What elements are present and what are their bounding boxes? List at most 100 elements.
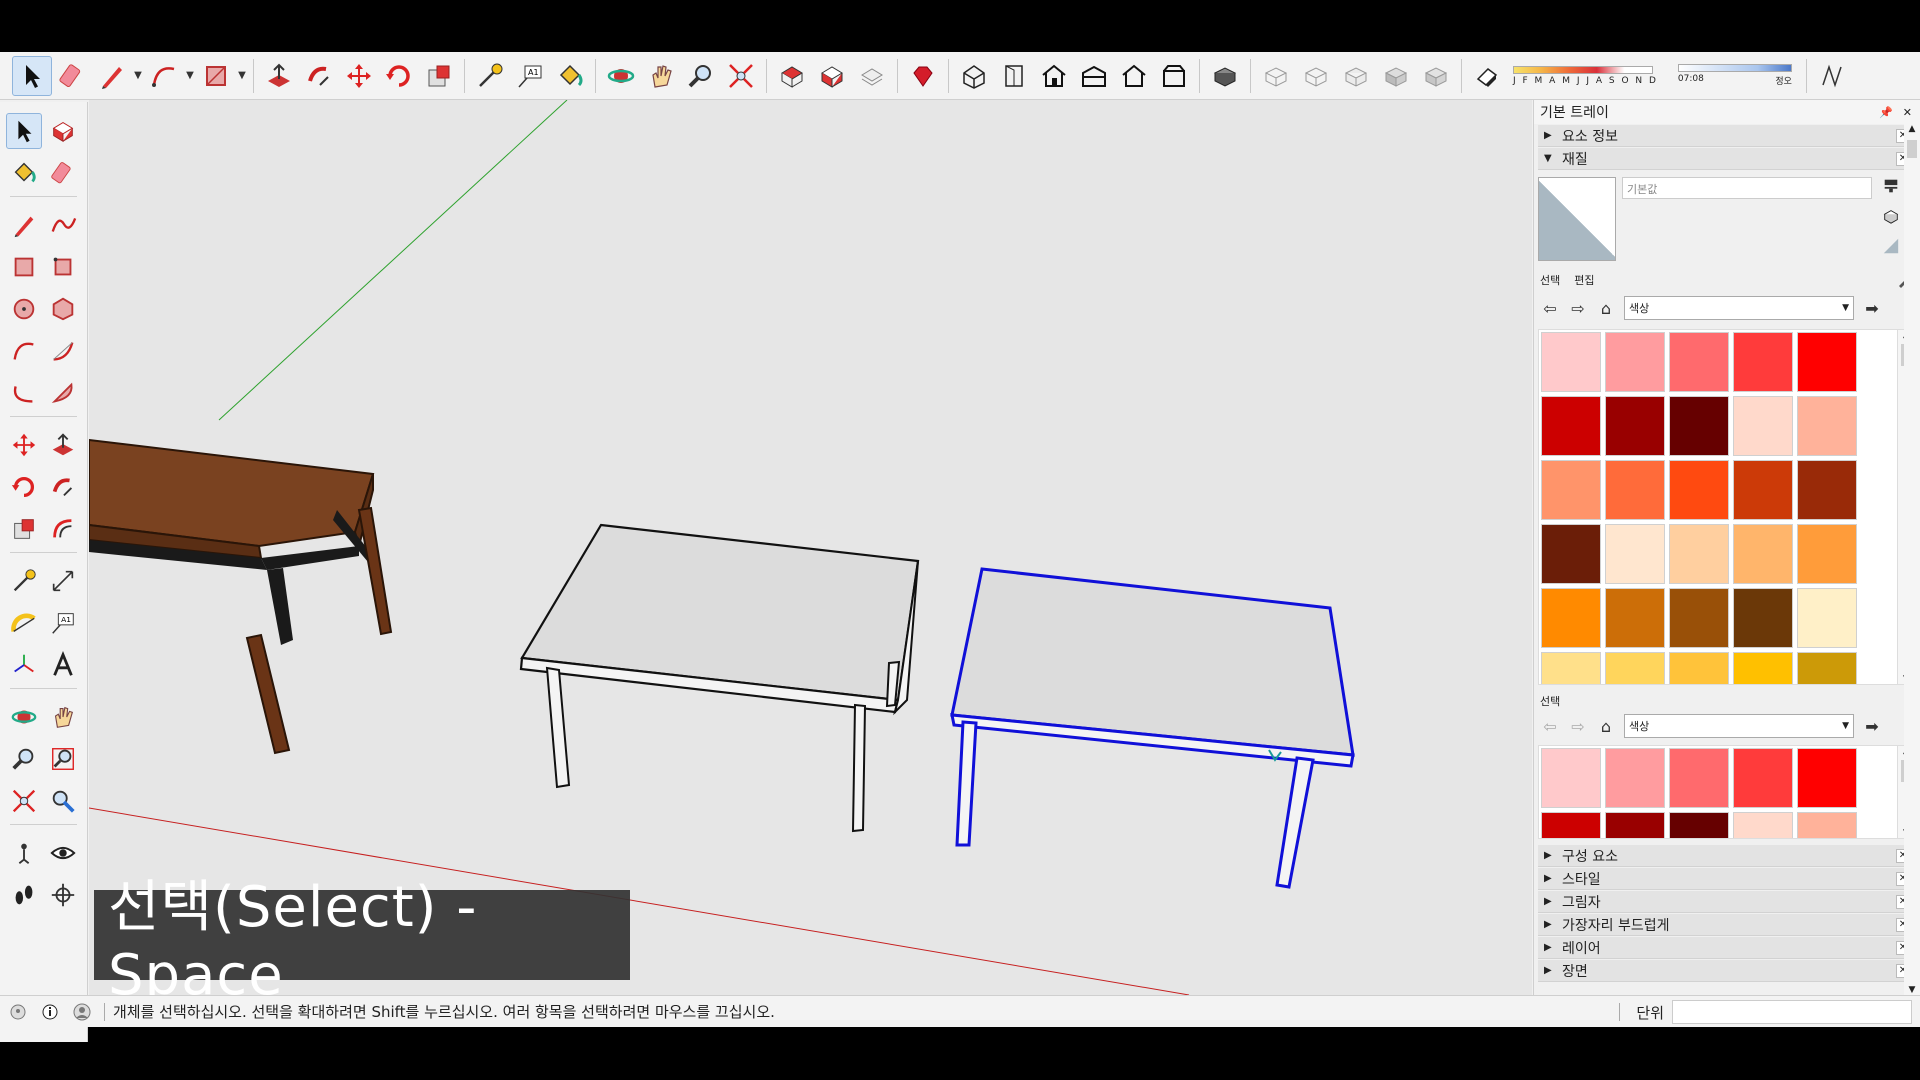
- color-swatch[interactable]: [1797, 812, 1857, 838]
- color-swatch[interactable]: [1733, 332, 1793, 392]
- panel-scenes[interactable]: ▶ 장면 ✕: [1538, 960, 1916, 982]
- 3d-viewport[interactable]: 선택(Select) - Space: [89, 100, 1532, 995]
- pushpull-icon[interactable]: [45, 427, 81, 463]
- group-icon[interactable]: [812, 56, 852, 96]
- color-swatch[interactable]: [1541, 748, 1601, 808]
- left-view-icon[interactable]: [1154, 56, 1194, 96]
- info-icon[interactable]: [40, 1002, 60, 1022]
- orbit-icon[interactable]: [6, 699, 42, 735]
- pan-icon[interactable]: [45, 699, 81, 735]
- forward-arrow-icon[interactable]: ⇨: [1568, 298, 1588, 318]
- color-swatch[interactable]: [1541, 812, 1601, 838]
- top-view-icon[interactable]: [994, 56, 1034, 96]
- panel-soften-edges[interactable]: ▶ 가장자리 부드럽게 ✕: [1538, 914, 1916, 936]
- position-camera-icon[interactable]: [6, 835, 42, 871]
- scroll-up-icon[interactable]: ▲: [1909, 124, 1916, 134]
- time-bar[interactable]: [1677, 64, 1792, 72]
- axes-icon[interactable]: [6, 647, 42, 683]
- color-swatch[interactable]: [1733, 524, 1793, 584]
- offset-icon[interactable]: [45, 511, 81, 547]
- zoom-icon[interactable]: [681, 56, 721, 96]
- panel-layers[interactable]: ▶ 레이어 ✕: [1538, 937, 1916, 959]
- color-swatch[interactable]: [1669, 812, 1729, 838]
- color-swatch[interactable]: [1669, 332, 1729, 392]
- polygon-icon[interactable]: [45, 291, 81, 327]
- zoom-extents-icon[interactable]: [6, 783, 42, 819]
- select-icon[interactable]: [12, 55, 52, 96]
- color-swatch[interactable]: [1605, 588, 1665, 648]
- previous-view-icon[interactable]: [45, 783, 81, 819]
- material-preview[interactable]: [1538, 177, 1616, 261]
- display-secondary-icon[interactable]: [1882, 177, 1900, 195]
- zoom-icon[interactable]: [6, 741, 42, 777]
- panel-entity-info[interactable]: ▶ 요소 정보 ✕: [1538, 125, 1916, 147]
- arc-icon[interactable]: [144, 56, 184, 96]
- color-swatch[interactable]: [1605, 524, 1665, 584]
- color-swatch[interactable]: [1669, 396, 1729, 456]
- scroll-down-icon[interactable]: ▼: [1909, 985, 1916, 995]
- tab-edit[interactable]: 편집: [1574, 272, 1594, 288]
- text-icon[interactable]: A1: [45, 605, 81, 641]
- shadow-time-slider[interactable]: 07:08 정오: [1677, 64, 1792, 87]
- chevron-down-icon[interactable]: ▼: [236, 56, 248, 96]
- follow-me-icon[interactable]: [45, 469, 81, 505]
- color-swatch[interactable]: [1605, 332, 1665, 392]
- material-name-field[interactable]: 기본값: [1622, 177, 1872, 199]
- details-arrow-icon[interactable]: ➡: [1862, 298, 1882, 318]
- scene-canvas[interactable]: [89, 100, 1532, 995]
- rectangle-icon[interactable]: [6, 249, 42, 285]
- section-icon[interactable]: [1205, 56, 1245, 96]
- color-swatch[interactable]: [1797, 460, 1857, 520]
- color-swatch[interactable]: [1797, 332, 1857, 392]
- back-arrow-icon[interactable]: ⇦: [1540, 298, 1560, 318]
- chevron-down-icon[interactable]: ▼: [132, 56, 144, 96]
- color-swatch[interactable]: [1669, 588, 1729, 648]
- panel-shadows[interactable]: ▶ 그림자 ✕: [1538, 891, 1916, 913]
- home-icon[interactable]: ⌂: [1596, 298, 1616, 318]
- tray-scrollbar[interactable]: ▲ ▼: [1904, 124, 1920, 995]
- color-swatch[interactable]: [1733, 588, 1793, 648]
- scale-icon[interactable]: [419, 56, 459, 96]
- color-swatch[interactable]: [1733, 460, 1793, 520]
- pushpull-icon[interactable]: [259, 56, 299, 96]
- color-swatch[interactable]: [1669, 748, 1729, 808]
- paint-bucket-icon[interactable]: [6, 155, 42, 191]
- style-xray-icon[interactable]: [1256, 56, 1296, 96]
- iso-view-icon[interactable]: [954, 56, 994, 96]
- color-swatch[interactable]: [1605, 748, 1665, 808]
- ruby-icon[interactable]: [903, 56, 943, 96]
- color-swatch[interactable]: [1541, 588, 1601, 648]
- scroll-thumb[interactable]: [1907, 140, 1917, 158]
- color-swatch[interactable]: [1605, 652, 1665, 684]
- default-material-icon[interactable]: [1882, 237, 1900, 255]
- color-swatch[interactable]: [1797, 524, 1857, 584]
- color-swatch[interactable]: [1797, 588, 1857, 648]
- color-swatch[interactable]: [1605, 396, 1665, 456]
- tape-measure-icon[interactable]: [470, 56, 510, 96]
- months-bar[interactable]: [1513, 65, 1653, 74]
- pie-icon[interactable]: [45, 375, 81, 411]
- white-table[interactable]: [519, 523, 920, 833]
- rotated-rectangle-icon[interactable]: [45, 249, 81, 285]
- color-swatch[interactable]: [1733, 396, 1793, 456]
- color-swatch[interactable]: [1605, 460, 1665, 520]
- text-icon[interactable]: A1: [510, 56, 550, 96]
- color-swatch[interactable]: [1541, 652, 1601, 684]
- panel-components[interactable]: ▶ 구성 요소 ✕: [1538, 845, 1916, 867]
- move-icon[interactable]: [339, 56, 379, 96]
- color-swatch[interactable]: [1669, 460, 1729, 520]
- panel-materials[interactable]: ▼ 재질 ✕: [1538, 148, 1916, 170]
- close-icon[interactable]: ✕: [1903, 106, 1912, 119]
- back-view-icon[interactable]: [1114, 56, 1154, 96]
- library-select[interactable]: 색상 ▼: [1624, 296, 1854, 320]
- pencil-icon[interactable]: [92, 56, 132, 96]
- selected-table[interactable]: [950, 567, 1355, 889]
- pencil-icon[interactable]: [6, 207, 42, 243]
- protractor-icon[interactable]: [6, 605, 42, 641]
- circle-icon[interactable]: [6, 291, 42, 327]
- color-swatch[interactable]: [1733, 812, 1793, 838]
- rectangle-icon[interactable]: [196, 56, 236, 96]
- two-point-arc-icon[interactable]: [45, 333, 81, 369]
- color-swatch[interactable]: [1797, 396, 1857, 456]
- user-icon[interactable]: [72, 1002, 92, 1022]
